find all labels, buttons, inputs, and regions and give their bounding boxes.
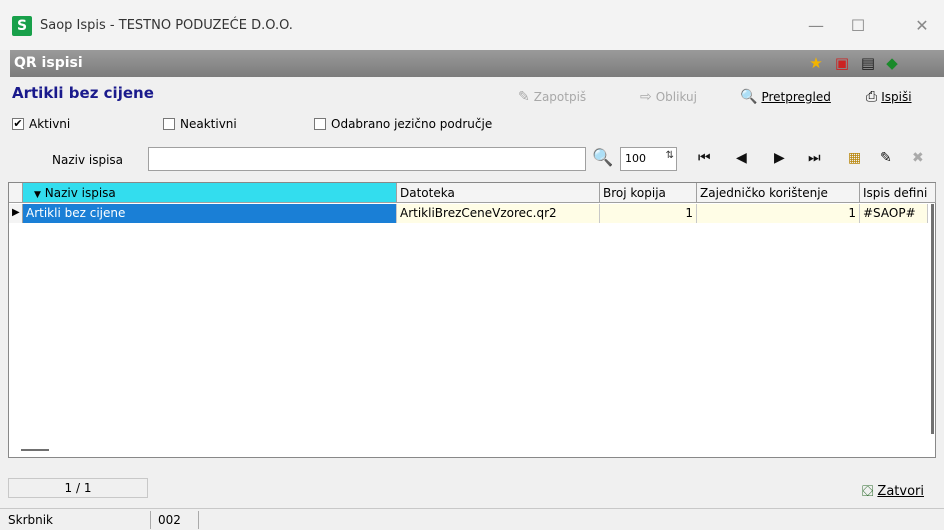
cell-ispis[interactable]: #SAOP#	[860, 204, 928, 223]
printer-icon: ⎙	[866, 89, 878, 105]
language-checkbox-box	[314, 118, 326, 130]
zoom-value: 100	[625, 152, 646, 165]
delete-record-icon[interactable]: ✖	[912, 150, 924, 166]
new-record-icon[interactable]: ▦	[848, 150, 861, 166]
column-header-zajednicko[interactable]: Zajedničko korištenje	[697, 183, 860, 203]
language-label: Odabrano jezično područje	[331, 117, 493, 131]
module-title: QR ispisi	[14, 55, 83, 71]
format-icon: ⇨	[640, 89, 652, 105]
column-header-label: Naziv ispisa	[44, 186, 116, 200]
first-record-icon[interactable]: ⏮	[698, 150, 711, 166]
zoom-spinner-icon[interactable]: ⇅	[666, 150, 674, 161]
next-record-icon[interactable]: ▶	[774, 150, 785, 166]
close-button[interactable]: ⛋ Zatvori	[862, 482, 924, 500]
reports-grid[interactable]: ▼ Naziv ispisa Datoteka Broj kopija Zaje…	[8, 182, 936, 458]
sign-label: Zapotpiš	[533, 90, 587, 104]
favorite-star-icon[interactable]: ★	[806, 53, 826, 73]
app-logo: S	[12, 16, 32, 36]
horizontal-scrollbar-thumb[interactable]	[21, 449, 49, 451]
cell-zajednicko[interactable]: 1	[697, 204, 860, 223]
form-title: Artikli bez cijene	[12, 84, 154, 102]
edit-record-icon[interactable]: ✎	[880, 150, 892, 166]
window-title: Saop Ispis - TESTNO PODUZEĆE D.O.O.	[40, 18, 293, 33]
sign-icon: ✎	[518, 89, 530, 105]
print-label: Ispiši	[881, 90, 912, 104]
close-window-button[interactable]: ✕	[902, 14, 942, 38]
language-checkbox[interactable]: Odabrano jezično područje	[314, 117, 492, 131]
zoom-input[interactable]: 100 ⇅	[620, 147, 677, 171]
close-label: Zatvori	[877, 483, 924, 499]
title-bar: S Saop Ispis - TESTNO PODUZEĆE D.O.O. — …	[0, 0, 944, 50]
sign-button[interactable]: ✎ Zapotpiš	[518, 88, 586, 106]
last-record-icon[interactable]: ⏭	[808, 150, 821, 166]
column-header-ispis[interactable]: Ispis defini	[860, 183, 936, 203]
sort-arrow-icon: ▼	[34, 190, 41, 200]
status-bar: Skrbnik 002	[0, 508, 944, 530]
search-input[interactable]	[148, 147, 586, 171]
maximize-button[interactable]: ☐	[838, 14, 878, 38]
status-user: Skrbnik	[8, 513, 54, 527]
status-separator	[198, 511, 199, 529]
status-separator	[150, 511, 151, 529]
database-icon[interactable]: ▤	[858, 53, 878, 73]
status-code: 002	[158, 513, 181, 527]
print-button[interactable]: ⎙ Ispiši	[866, 88, 912, 106]
cell-datoteka[interactable]: ArtikliBrezCeneVzorec.qr2	[397, 204, 600, 223]
module-band: QR ispisi ★ ▣ ▤ ◆	[10, 50, 944, 77]
preview-label: Pretpregled	[761, 90, 831, 104]
exit-icon[interactable]: ◆	[882, 53, 902, 73]
column-header-kopije[interactable]: Broj kopija	[600, 183, 697, 203]
active-checkbox[interactable]: ✔ Aktivni	[12, 117, 70, 131]
search-label: Naziv ispisa	[52, 153, 124, 167]
format-button[interactable]: ⇨ Oblikuj	[640, 88, 697, 106]
minimize-button[interactable]: —	[796, 14, 836, 38]
row-indicator-icon: ▶	[9, 204, 23, 223]
preview-button[interactable]: 🔍 Pretpregled	[740, 88, 831, 106]
inactive-label: Neaktivni	[180, 117, 237, 131]
inactive-checkbox-box	[163, 118, 175, 130]
vertical-scrollbar-thumb[interactable]	[931, 204, 934, 434]
column-header-datoteka[interactable]: Datoteka	[397, 183, 600, 203]
column-header-naziv[interactable]: ▼ Naziv ispisa	[23, 183, 397, 203]
active-label: Aktivni	[29, 117, 71, 131]
app-window: S Saop Ispis - TESTNO PODUZEĆE D.O.O. — …	[0, 0, 944, 530]
vertical-scrollbar[interactable]	[927, 204, 935, 434]
search-icon[interactable]: 🔍	[592, 148, 613, 168]
close-door-icon: ⛋	[862, 482, 874, 500]
cell-naziv[interactable]: Artikli bez cijene	[23, 204, 397, 223]
active-checkbox-box: ✔	[12, 117, 24, 130]
preview-icon: 🔍	[740, 89, 758, 105]
format-label: Oblikuj	[655, 90, 697, 104]
record-pager: 1 / 1	[8, 478, 148, 498]
cell-kopije[interactable]: 1	[600, 204, 697, 223]
previous-record-icon[interactable]: ◀	[736, 150, 747, 166]
row-header-corner	[9, 183, 23, 203]
inactive-checkbox[interactable]: Neaktivni	[163, 117, 237, 131]
pdf-icon[interactable]: ▣	[832, 53, 852, 73]
